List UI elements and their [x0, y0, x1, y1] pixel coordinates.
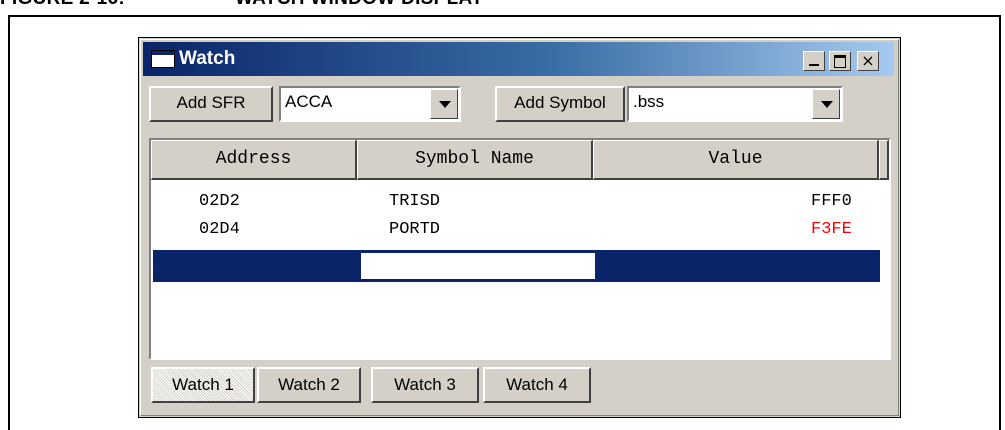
minimize-icon — [809, 64, 819, 66]
cell-symbol: TRISD — [389, 192, 441, 211]
chevron-down-icon[interactable] — [430, 89, 458, 119]
cell-value-changed: F3FE — [811, 220, 852, 239]
figure-caption: FIGURE 2-16:WATCH WINDOW DISPLAY — [0, 0, 1005, 12]
symbol-select[interactable]: .bss — [627, 86, 843, 122]
figure-number: FIGURE 2-16: — [0, 0, 235, 10]
symbol-select-value: .bss — [633, 92, 665, 111]
table-row[interactable]: 02D2 TRISD FFF0 — [151, 190, 881, 216]
window-icon — [151, 50, 175, 68]
cell-symbol: PORTD — [389, 220, 441, 239]
new-entry-row[interactable] — [153, 250, 880, 282]
column-header: Address Symbol Name Value — [151, 140, 889, 180]
maximize-icon — [834, 55, 846, 68]
add-symbol-button[interactable]: Add Symbol — [495, 86, 625, 122]
maximize-button[interactable] — [829, 51, 851, 71]
symbol-name-edit-field[interactable] — [361, 253, 595, 279]
title-bar[interactable]: Watch × — [143, 42, 894, 76]
figure-title: WATCH WINDOW DISPLAY — [235, 0, 484, 9]
column-symbol-name[interactable]: Symbol Name — [357, 140, 593, 180]
chevron-down-icon[interactable] — [812, 89, 840, 119]
tab-watch-2[interactable]: Watch 2 — [257, 367, 361, 403]
window-title: Watch — [179, 48, 236, 69]
sfr-select-value: ACCA — [285, 92, 333, 111]
cell-address: 02D4 — [199, 220, 240, 239]
tab-watch-4[interactable]: Watch 4 — [483, 367, 591, 403]
cell-value: FFF0 — [811, 192, 852, 211]
column-value[interactable]: Value — [593, 140, 879, 180]
sfr-select[interactable]: ACCA — [279, 86, 461, 122]
table-row[interactable]: 02D4 PORTD F3FE — [151, 218, 881, 244]
tab-watch-1[interactable]: Watch 1 — [151, 367, 255, 403]
close-icon: × — [861, 51, 875, 70]
column-address[interactable]: Address — [151, 140, 357, 180]
tab-watch-3[interactable]: Watch 3 — [371, 367, 479, 403]
cell-address: 02D2 — [199, 192, 240, 211]
minimize-button[interactable] — [803, 51, 825, 71]
column-filler — [879, 140, 889, 180]
close-button[interactable]: × — [857, 51, 879, 71]
add-sfr-button[interactable]: Add SFR — [149, 86, 273, 122]
watch-list[interactable]: Address Symbol Name Value 02D2 TRISD FFF… — [149, 138, 891, 360]
watch-window: Watch × Add SFR ACCA Add Symbol .bss Add… — [138, 37, 901, 418]
